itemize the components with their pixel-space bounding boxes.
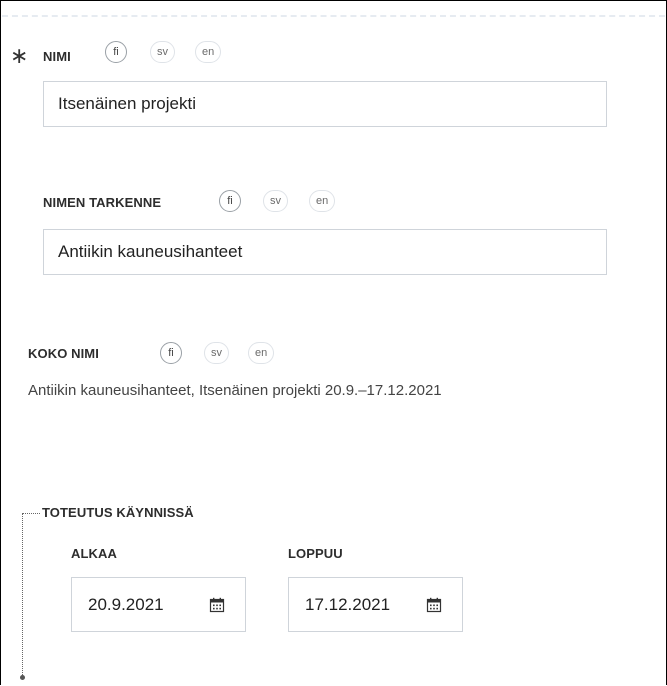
specifier-lang-en[interactable]: en <box>309 190 336 212</box>
fullname-lang-fi[interactable]: fi <box>160 342 182 364</box>
group-connector-dot <box>20 675 25 680</box>
group-connector-line <box>22 513 23 677</box>
full-name-label: KOKO NIMI <box>28 346 99 361</box>
name-specifier-input[interactable]: Antiikin kauneusihanteet <box>43 229 607 275</box>
start-date-input[interactable]: 20.9.2021 <box>71 577 246 632</box>
fullname-lang-sv[interactable]: sv <box>204 342 229 364</box>
calendar-icon[interactable] <box>209 597 225 613</box>
name-specifier-label: NIMEN TARKENNE <box>43 195 162 210</box>
start-date-value: 20.9.2021 <box>88 595 164 614</box>
implementation-label: TOTEUTUS KÄYNNISSÄ <box>42 505 194 520</box>
name-lang-en[interactable]: en <box>195 41 222 63</box>
calendar-icon[interactable] <box>426 597 442 613</box>
name-label: NIMI <box>43 49 71 64</box>
required-asterisk-icon: ∗ <box>10 43 29 68</box>
specifier-lang-fi[interactable]: fi <box>219 190 241 212</box>
specifier-lang-sv[interactable]: sv <box>263 190 288 212</box>
top-divider <box>2 15 665 17</box>
end-date-value: 17.12.2021 <box>305 595 391 614</box>
form-panel: ∗ NIMI fi sv en Itsenäinen projekti NIME… <box>0 0 667 685</box>
fullname-lang-en[interactable]: en <box>248 342 275 364</box>
full-name-value: Antiikin kauneusihanteet, Itsenäinen pro… <box>28 382 442 399</box>
group-connector-tick <box>22 513 40 514</box>
name-input[interactable]: Itsenäinen projekti <box>43 81 607 127</box>
name-lang-sv[interactable]: sv <box>150 41 175 63</box>
name-lang-fi[interactable]: fi <box>105 41 127 63</box>
end-date-label: LOPPUU <box>288 546 343 561</box>
start-date-label: ALKAA <box>71 546 117 561</box>
end-date-input[interactable]: 17.12.2021 <box>288 577 463 632</box>
